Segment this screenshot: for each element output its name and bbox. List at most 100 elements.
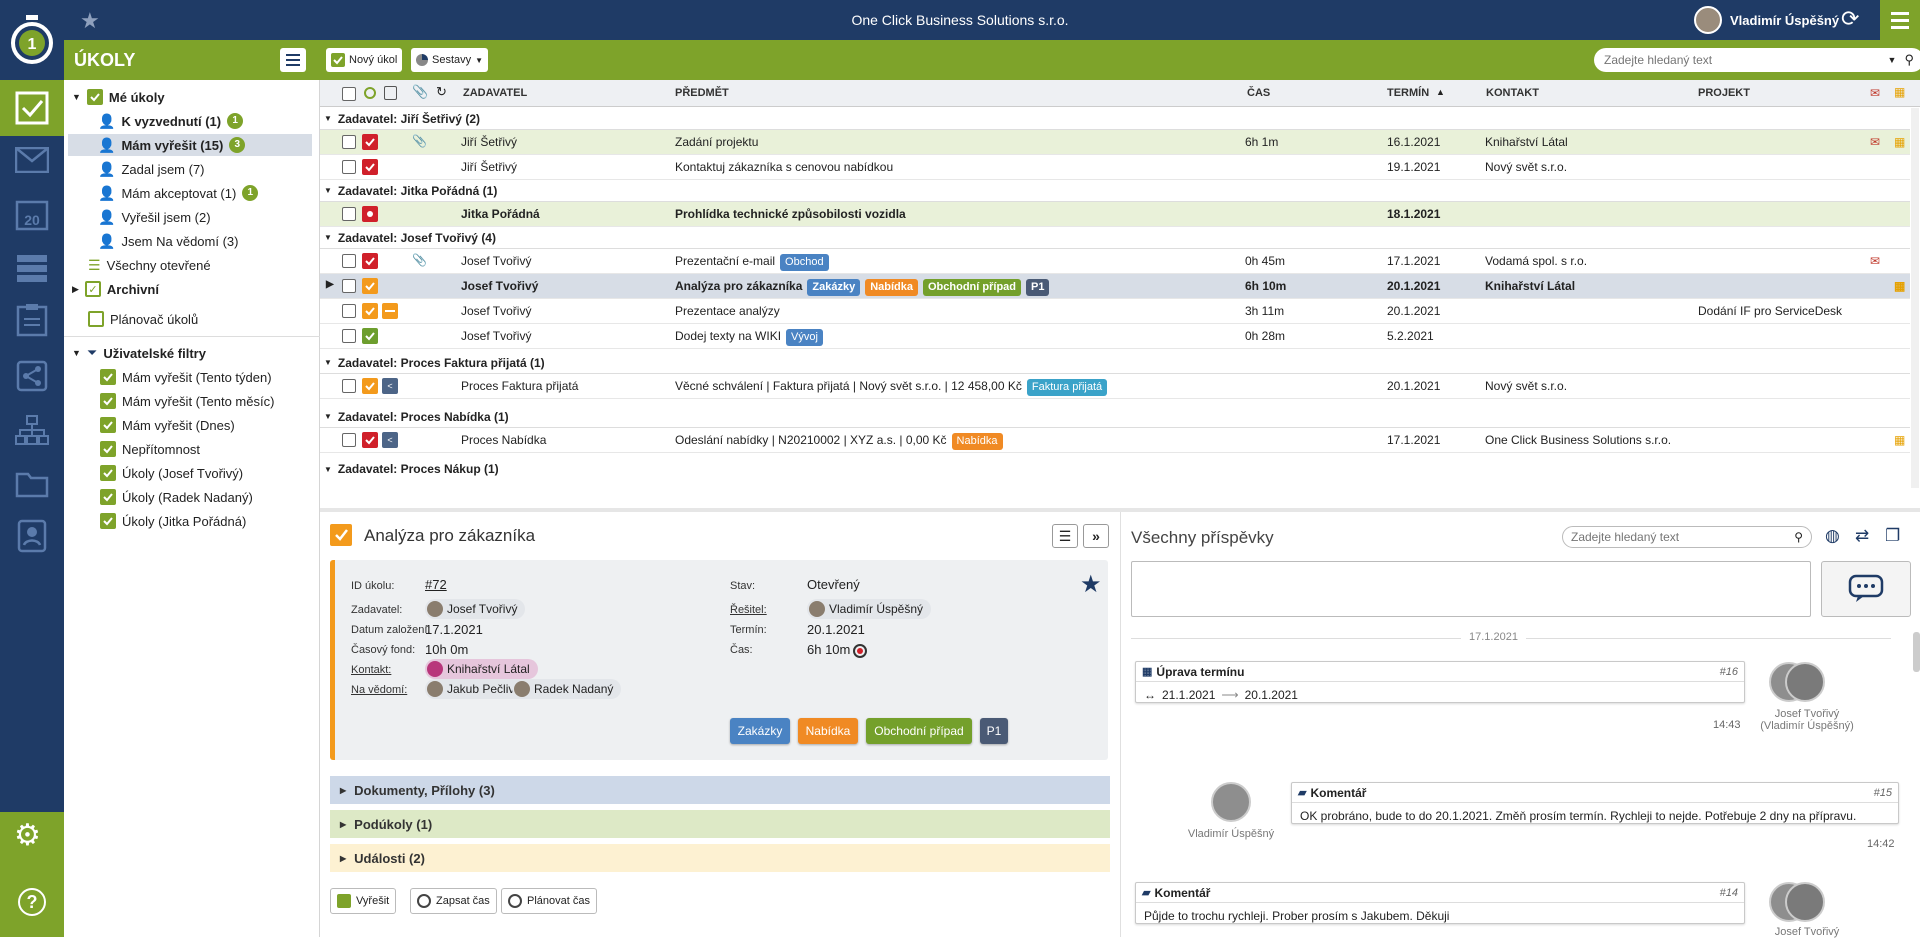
rail-list[interactable]	[12, 248, 52, 288]
tag-button[interactable]: Obchodní případ	[866, 718, 972, 744]
tree-my-tasks[interactable]: ▼ Mé úkoly	[72, 86, 165, 108]
tag-button[interactable]: Nabídka	[798, 718, 858, 744]
feed-search-input[interactable]	[1571, 530, 1795, 544]
plan-time-button[interactable]: Plánovat čas	[501, 888, 597, 914]
reports-dropdown[interactable]: Sestavy ▼	[411, 48, 489, 72]
new-post-input[interactable]	[1131, 561, 1811, 617]
col-time[interactable]: ČAS	[1247, 80, 1270, 106]
post-card[interactable]: ▰ Komentář #15 OK probráno, bude to do 20.…	[1291, 782, 1899, 824]
row-checkbox[interactable]	[342, 135, 356, 149]
user-avatar[interactable]	[1694, 6, 1722, 34]
task-status-icon[interactable]	[330, 524, 352, 546]
tag-badge[interactable]: Vývoj	[786, 329, 823, 346]
chevron-down-icon[interactable]: ▼	[1888, 55, 1897, 65]
tree-item-solved[interactable]: 👤 Vyřešil jsem (2)	[98, 206, 211, 228]
cc-chip[interactable]: Radek Nadaný	[512, 679, 622, 699]
col-requester[interactable]: ZADAVATEL	[463, 80, 527, 106]
filter-item[interactable]: Úkoly (Jitka Pořádná)	[100, 510, 246, 532]
new-task-button[interactable]: Nový úkol	[326, 48, 403, 72]
row-checkbox[interactable]	[342, 379, 356, 393]
table-row[interactable]: 📎 Josef Tvořivý Prezentační e-mail Obchod…	[320, 249, 1910, 274]
resolve-button[interactable]: Vyřešit	[330, 888, 397, 914]
group-header[interactable]: ▼ Zadavatel: Jitka Pořádná (1)	[320, 180, 1910, 202]
help-icon[interactable]: ?	[18, 888, 46, 916]
tree-item-to-solve[interactable]: 👤 Mám vyřešit (15) 3	[68, 134, 312, 156]
row-checkbox[interactable]	[342, 254, 356, 268]
col-deadline[interactable]: TERMÍN	[1387, 80, 1429, 106]
group-header[interactable]: ▼ Zadavatel: Proces Faktura přijatá (1)	[320, 352, 1910, 374]
filter-item[interactable]: Mám vyřešit (Tento měsíc)	[100, 390, 274, 412]
tag-badge[interactable]: Obchodní případ	[923, 279, 1021, 296]
rail-folder[interactable]	[12, 464, 52, 504]
group-header[interactable]: ▼ Zadavatel: Proces Nabídka (1)	[320, 406, 1910, 428]
post-card[interactable]: ▦ Úprava termínu #16 ↔ 21.1.2021 ⟶ 20.1.2021	[1135, 661, 1745, 703]
filter-item[interactable]: Mám vyřešit (Tento týden)	[100, 366, 272, 388]
grid-scrollbar[interactable]	[1911, 108, 1919, 488]
col-project[interactable]: PROJEKT	[1698, 80, 1750, 106]
filter-item[interactable]: Úkoly (Radek Nadaný)	[100, 486, 253, 508]
filter-item[interactable]: Nepřítomnost	[100, 438, 200, 460]
section-events[interactable]: ▶ Události (2)	[330, 844, 1110, 872]
recurring-icon[interactable]: ↻	[436, 84, 447, 100]
app-logo[interactable]: 1	[0, 0, 64, 80]
swap-icon[interactable]: ⇄	[1855, 526, 1869, 546]
attachment-icon[interactable]: 📎	[412, 84, 428, 100]
tree-item-cc[interactable]: 👤 Jsem Na vědomí (3)	[98, 230, 238, 252]
tree-menu-button[interactable]	[280, 48, 306, 72]
solver-chip[interactable]: Vladimír Úspěšný	[807, 599, 932, 619]
row-checkbox[interactable]	[342, 279, 356, 293]
task-id-link[interactable]: #72	[425, 577, 447, 592]
table-row-selected[interactable]: ▶ Josef Tvořivý Analýza pro zákazníka Zak…	[320, 274, 1910, 299]
favorite-star-icon[interactable]: ★	[1080, 570, 1102, 599]
tag-badge[interactable]: P1	[1026, 279, 1050, 296]
tag-badge[interactable]: Faktura přijatá	[1026, 379, 1108, 396]
tree-item-assigned[interactable]: 👤 Zadal jsem (7)	[98, 158, 205, 180]
row-checkbox[interactable]	[342, 433, 356, 447]
tree-item-accept[interactable]: 👤 Mám akceptovat (1) 1	[98, 182, 259, 204]
table-row[interactable]: < Proces Faktura přijatá Věcné schválení…	[320, 374, 1910, 399]
tree-archive[interactable]: ▶ ✓ Archivní	[72, 278, 159, 300]
table-row[interactable]: < Proces Nabídka Odeslání nabídky | N202…	[320, 428, 1910, 453]
tree-user-filters[interactable]: ▼ ⏷ Uživatelské filtry	[72, 342, 206, 364]
rail-org[interactable]	[12, 410, 52, 450]
filter-item[interactable]: Mám vyřešit (Dnes)	[100, 414, 235, 436]
caret-down-icon[interactable]: ▼	[72, 348, 81, 358]
section-documents[interactable]: ▶ Dokumenty, Přílohy (3)	[330, 776, 1110, 804]
caret-down-icon[interactable]: ▼	[72, 92, 81, 102]
col-subject[interactable]: PŘEDMĚT	[675, 80, 729, 106]
main-menu-button[interactable]	[1880, 0, 1920, 40]
tag-button[interactable]: P1	[980, 718, 1008, 744]
row-checkbox[interactable]	[342, 304, 356, 318]
status-circle-icon[interactable]	[364, 87, 376, 99]
sort-asc-icon[interactable]: ▲	[1436, 87, 1445, 97]
rail-mail[interactable]	[12, 140, 52, 180]
post-card[interactable]: ▰ Komentář #14 Půjde to trochu rychleji. P…	[1135, 882, 1745, 924]
col-contact[interactable]: KONTAKT	[1486, 80, 1539, 106]
calendar-icon[interactable]: ▦	[1894, 85, 1905, 99]
refresh-icon[interactable]: ⟳	[1841, 6, 1859, 32]
group-header[interactable]: ▼ Zadavatel: Jiří Šetřivý (2)	[320, 108, 1910, 130]
log-time-button[interactable]: Zapsat čas	[410, 888, 497, 914]
rail-calendar[interactable]: 20	[12, 194, 52, 234]
send-post-button[interactable]	[1821, 561, 1911, 617]
mail-icon[interactable]: ✉	[1870, 86, 1880, 100]
tag-button[interactable]: Zakázky	[730, 718, 790, 744]
chat-bubbles-icon[interactable]: ❐	[1885, 526, 1900, 546]
tree-item-pickup[interactable]: 👤 K vyzvednutí (1) 1	[98, 110, 244, 132]
row-checkbox[interactable]	[342, 160, 356, 174]
rail-settings[interactable]: ⚙ ?	[0, 812, 64, 937]
row-checkbox[interactable]	[342, 207, 356, 221]
tag-badge[interactable]: Zakázky	[807, 279, 861, 296]
section-subtasks[interactable]: ▶ Podúkoly (1)	[330, 810, 1110, 838]
rail-process[interactable]	[12, 356, 52, 396]
tree-planner[interactable]: Plánovač úkolů	[88, 308, 198, 330]
rail-clipboard[interactable]	[12, 300, 52, 340]
expand-button[interactable]: »	[1083, 524, 1109, 548]
globe-icon[interactable]: ◍	[1825, 526, 1840, 546]
table-row[interactable]: Josef Tvořivý Prezentace analýzy 3h 11m …	[320, 299, 1910, 324]
filter-item[interactable]: Úkoly (Josef Tvořivý)	[100, 462, 243, 484]
table-row[interactable]: Jitka Pořádná Prohlídka technické způsob…	[320, 202, 1910, 227]
tag-badge[interactable]: Nabídka	[865, 279, 918, 296]
rail-contacts[interactable]	[12, 516, 52, 556]
search-input[interactable]	[1604, 53, 1888, 67]
